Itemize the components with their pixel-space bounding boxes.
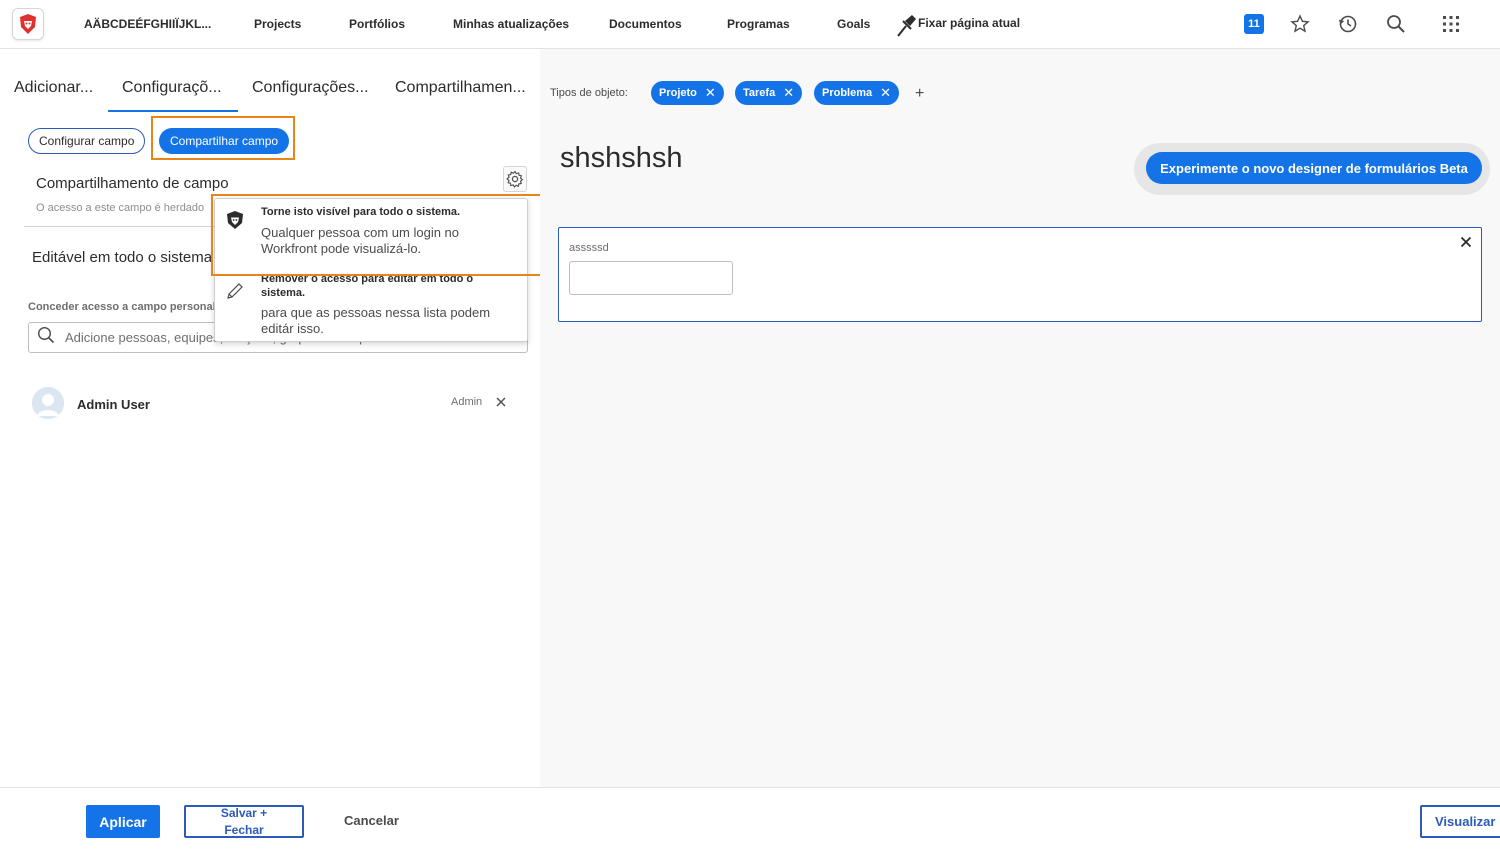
custom-field-card[interactable]: asssssd <box>558 227 1482 322</box>
search-icon <box>37 326 55 349</box>
nav-projects[interactable]: Projects <box>254 17 301 31</box>
close-icon[interactable] <box>1459 235 1473 249</box>
option-description: para que as pessoas nessa lista podem ed… <box>261 305 491 336</box>
list-item: Admin User Admin <box>32 387 512 419</box>
nav-programs[interactable]: Programas <box>727 17 790 31</box>
cancel-button[interactable]: Cancelar <box>344 813 399 828</box>
chip-label: Projeto <box>659 87 697 99</box>
nav-my-updates[interactable]: Minhas atualizações <box>453 17 569 31</box>
gear-icon[interactable] <box>503 166 527 192</box>
pencil-icon <box>225 281 245 301</box>
tab-configuration[interactable]: Configuraçõ... <box>122 79 222 97</box>
highlight-visibility-option <box>211 194 548 276</box>
pin-page-button[interactable]: Fixar página atual <box>896 12 1021 37</box>
option-title: Remover o acesso para editar em todo o s… <box>261 273 474 299</box>
nav-documents[interactable]: Documentos <box>609 17 682 31</box>
brand-logo-icon[interactable] <box>12 8 44 40</box>
close-icon[interactable]: ✕ <box>880 85 891 101</box>
search-icon[interactable] <box>1385 13 1407 35</box>
object-type-chip-project[interactable]: Projeto ✕ <box>651 81 724 105</box>
object-types-label: Tipos de objeto: <box>550 87 628 99</box>
chip-label: Tarefa <box>743 87 776 99</box>
section-title: Compartilhamento de campo <box>36 175 229 192</box>
apply-button[interactable]: Aplicar <box>86 805 160 838</box>
apps-grid-icon[interactable] <box>1440 13 1462 35</box>
section-subtitle: O acesso a este campo é herdado <box>36 202 205 214</box>
bottom-action-bar: Aplicar Salvar + Fechar Cancelar Visuali… <box>0 787 1500 852</box>
highlight-share-button <box>151 116 295 160</box>
org-name[interactable]: AÄBCDEÉFGHIIÏJKL... <box>84 17 211 31</box>
option-remove-edit-access[interactable]: Remover o acesso para editar em todo o s… <box>215 272 527 341</box>
field-label: asssssd <box>569 242 609 254</box>
field-settings-panel: Adicionar... Configuraçõ... Configuraçõe… <box>0 49 540 787</box>
configure-field-button[interactable]: Configurar campo <box>28 128 146 154</box>
tab-sharing[interactable]: Compartilhamen... <box>395 79 526 97</box>
pin-label: Fixar página atual <box>918 16 1021 30</box>
close-icon[interactable] <box>494 395 508 409</box>
chip-label: Problema <box>822 87 873 99</box>
form-preview-panel: Tipos de objeto: Projeto ✕ Tarefa ✕ Prob… <box>540 49 1500 787</box>
object-type-chip-issue[interactable]: Problema ✕ <box>814 81 900 105</box>
nav-portfolios[interactable]: Portfólios <box>349 17 405 31</box>
close-icon[interactable]: ✕ <box>783 85 794 101</box>
nav-goals[interactable]: Goals <box>837 17 870 31</box>
history-icon[interactable] <box>1337 13 1359 35</box>
preview-button[interactable]: Visualizar <box>1420 805 1500 838</box>
top-navigation: AÄBCDEÉFGHIIÏJKL... Projects Portfólios … <box>0 0 1500 49</box>
pin-icon <box>896 12 918 43</box>
tab-add[interactable]: Adicionar... <box>14 79 93 97</box>
save-close-button[interactable]: Salvar + Fechar <box>184 805 304 838</box>
field-text-input[interactable] <box>569 261 733 295</box>
avatar <box>32 387 64 419</box>
user-role[interactable]: Admin <box>451 396 482 408</box>
try-new-form-designer-button[interactable]: Experimente o novo designer de formulári… <box>1146 152 1482 184</box>
active-tab-indicator <box>108 110 238 112</box>
star-icon[interactable] <box>1289 13 1311 35</box>
tab-settings[interactable]: Configurações... <box>252 79 369 97</box>
user-name: Admin User <box>77 397 150 412</box>
grant-access-label: Conceder acesso a campo personalizado <box>28 301 244 313</box>
notifications-badge[interactable]: 11 <box>1244 14 1264 34</box>
object-type-chip-task[interactable]: Tarefa ✕ <box>735 81 803 105</box>
close-icon[interactable]: ✕ <box>705 85 716 101</box>
form-title: shshshsh <box>560 142 683 174</box>
editable-system-wide-label: Editável em todo o sistema <box>32 249 213 266</box>
add-object-type-button[interactable]: + <box>915 85 924 103</box>
